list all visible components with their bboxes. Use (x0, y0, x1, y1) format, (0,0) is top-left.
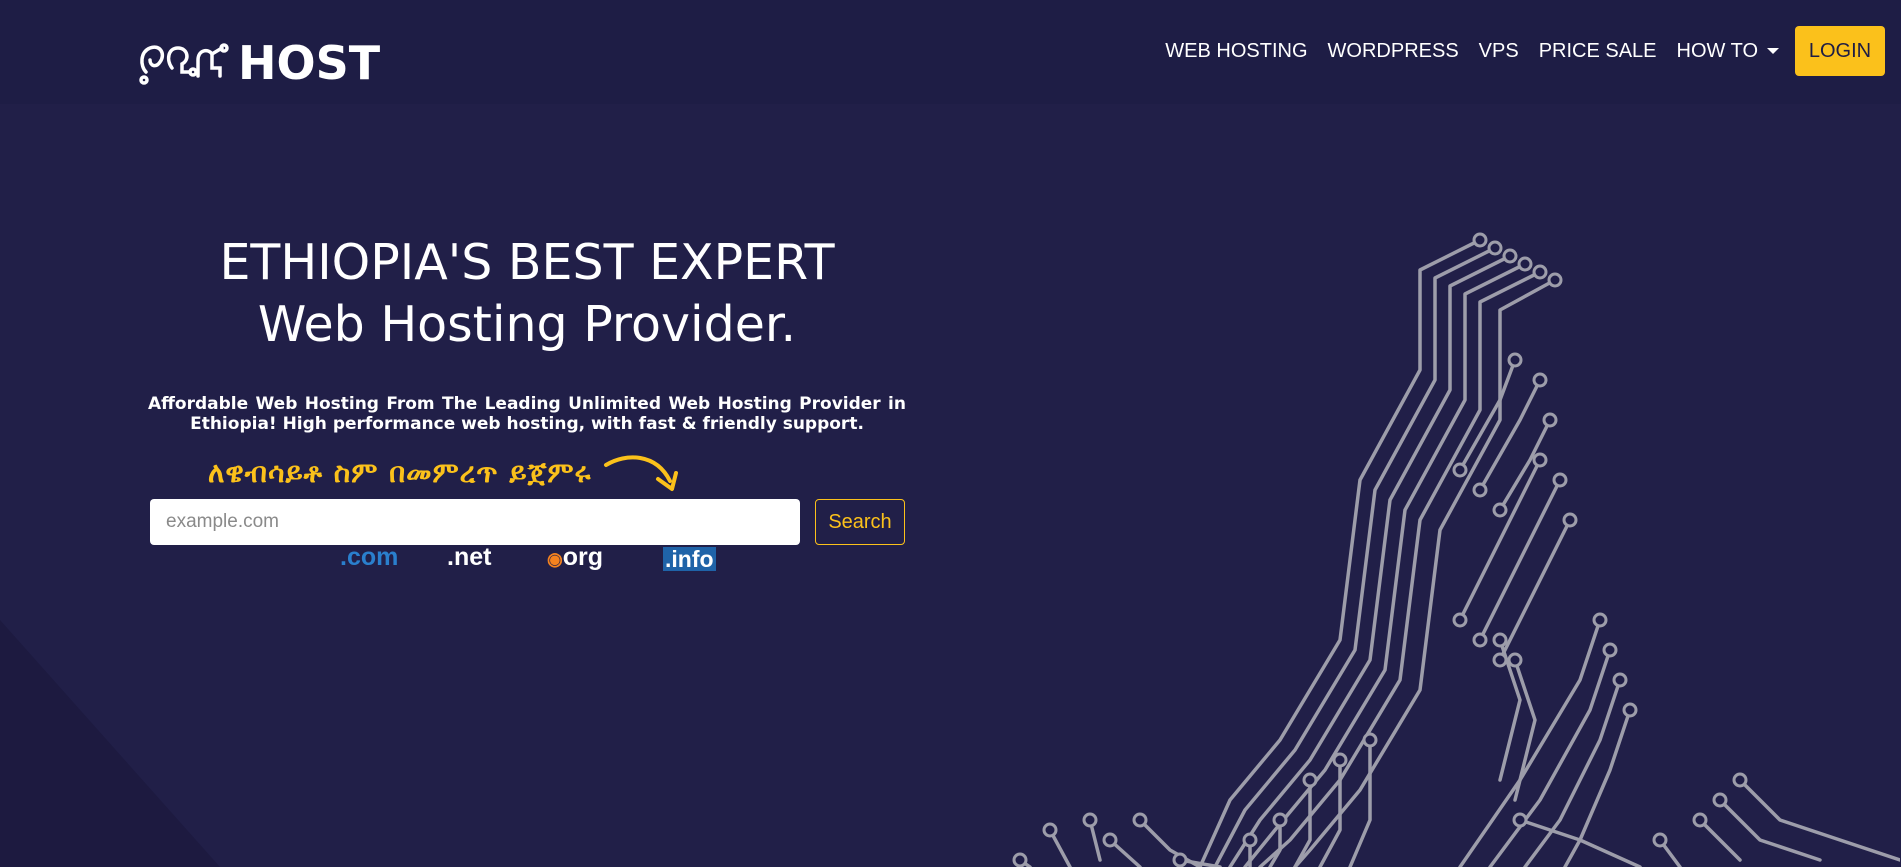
nav-item-vps[interactable]: VPS (1479, 40, 1519, 63)
top-navbar: HOST WEB HOSTING WORDPRESS VPS PRICE SAL… (0, 0, 1901, 104)
hero-section: ETHIOPIA'S BEST EXPERT Web Hosting Provi… (148, 232, 906, 434)
login-button[interactable]: LOGIN (1795, 26, 1885, 76)
background-shade-shape (0, 620, 220, 867)
nav-item-how-to[interactable]: HOW TO (1677, 40, 1779, 63)
tld-info-logo: .info (663, 546, 716, 572)
amharic-prompt-row: ለዌብሳይቶ ስም በመምረጥ ይጀምሩ (208, 448, 682, 498)
curved-arrow-icon (603, 455, 678, 491)
hero-title-line1: ETHIOPIA'S BEST EXPERT (219, 234, 835, 291)
nav-item-wordpress[interactable]: WORDPRESS (1328, 40, 1459, 63)
amharic-prompt: ለዌብሳይቶ ስም በመምረጥ ይጀምሩ (208, 456, 592, 489)
hero-subtitle: Affordable Web Hosting From The Leading … (148, 394, 906, 434)
tld-logos: .com .net ◉org .info (335, 542, 735, 572)
nav-item-web-hosting[interactable]: WEB HOSTING (1165, 40, 1307, 63)
ethiopia-circuit-map-graphic (1012, 232, 1900, 867)
hero-title-line2: Web Hosting Provider. (257, 296, 797, 353)
nav-item-how-to-label: HOW TO (1676, 39, 1758, 62)
domain-search-input[interactable] (150, 499, 800, 545)
caret-down-icon (1767, 48, 1779, 54)
tld-org-label: org (562, 543, 603, 571)
target-dot-icon: ◉ (547, 549, 563, 569)
amharic-circuit-logo-icon (139, 43, 229, 85)
logo-text: HOST (238, 36, 381, 90)
tld-org-logo: ◉org (547, 542, 603, 574)
main-nav: WEB HOSTING WORDPRESS VPS PRICE SALE HOW… (1165, 26, 1901, 76)
nav-item-price-sale[interactable]: PRICE SALE (1539, 40, 1657, 63)
hero-title: ETHIOPIA'S BEST EXPERT Web Hosting Provi… (148, 232, 906, 356)
brand-logo[interactable]: HOST (138, 38, 380, 88)
tld-net-logo: .net (447, 543, 492, 571)
search-button[interactable]: Search (815, 499, 905, 545)
tld-com-logo: .com (340, 543, 399, 571)
